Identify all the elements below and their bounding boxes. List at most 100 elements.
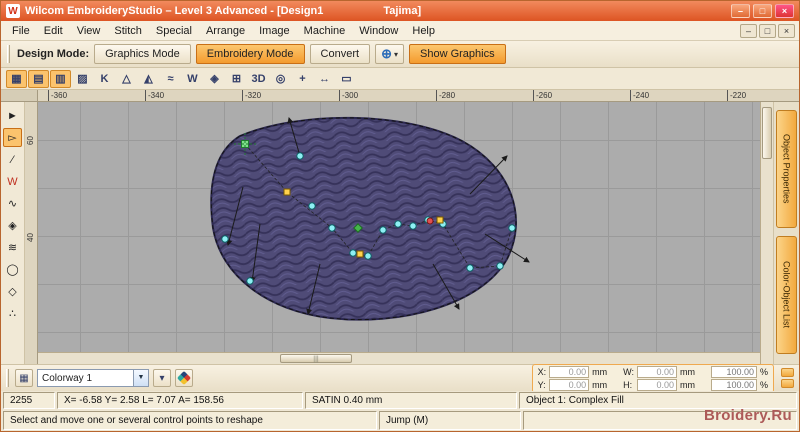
ruler-tick-label: -340 bbox=[145, 90, 242, 101]
restore-button[interactable]: □ bbox=[753, 4, 772, 18]
pan-icon[interactable]: + bbox=[292, 70, 313, 88]
digitize-fill-tool[interactable]: ◈ bbox=[3, 216, 22, 235]
grid-toggle-icon[interactable]: ⊞ bbox=[226, 70, 247, 88]
stitch-toolbar: ▦ ▤ ▥ ▨ K △ ◭ ≈ W ◈ ⊞ 3D ◎ + ↔ ▭ bbox=[1, 68, 799, 90]
percent-label: % bbox=[759, 366, 768, 377]
horizontal-ruler: -360 -340 -320 -300 -280 -260 -240 -220 bbox=[1, 90, 799, 102]
measure-tool[interactable]: ⁄ bbox=[3, 150, 22, 169]
minimize-button[interactable]: – bbox=[731, 4, 750, 18]
horizontal-scrollbar-thumb[interactable]: ||| bbox=[280, 354, 352, 363]
toolbox: ► ▻ ⁄ W ∿ ◈ ≋ ◯ ◇ ∴ bbox=[1, 102, 25, 364]
close-button[interactable]: × bbox=[775, 4, 794, 18]
colorway-select[interactable]: Colorway 1 ▼ bbox=[37, 369, 149, 387]
w-field[interactable]: 0.00 bbox=[636, 365, 677, 378]
applique-icon[interactable]: △ bbox=[116, 70, 137, 88]
overview-window-icon[interactable]: ▭ bbox=[336, 70, 357, 88]
ruler-tick-label: -280 bbox=[436, 90, 533, 101]
mdi-close-button[interactable]: × bbox=[778, 23, 795, 38]
graphics-mode-button[interactable]: Graphics Mode bbox=[94, 44, 191, 64]
menu-item[interactable]: Edit bbox=[37, 23, 70, 39]
vertical-scrollbar-thumb[interactable] bbox=[762, 107, 772, 159]
x-field[interactable]: 0.00 bbox=[549, 365, 590, 378]
menu-item[interactable]: Window bbox=[352, 23, 405, 39]
ruler-tick-label: -220 bbox=[727, 90, 760, 101]
colorway-bar: ▦ Colorway 1 ▼ ▾ X: 0.00 mm W: 0.00 mm 1… bbox=[1, 363, 799, 393]
horizontal-scrollbar[interactable]: ||| bbox=[38, 352, 760, 364]
shape-tool[interactable]: ◇ bbox=[3, 282, 22, 301]
menu-item[interactable]: View bbox=[70, 23, 108, 39]
menu-item[interactable]: Help bbox=[405, 23, 442, 39]
motif-fill-icon[interactable]: ▨ bbox=[72, 70, 93, 88]
menu-item[interactable]: Image bbox=[252, 23, 297, 39]
chevron-down-icon: ▾ bbox=[393, 49, 398, 59]
ruler-corner bbox=[1, 90, 38, 101]
y-field[interactable]: 0.00 bbox=[549, 378, 590, 391]
panel-collapse-button[interactable] bbox=[781, 379, 794, 388]
satin-stitch-icon[interactable]: ▤ bbox=[28, 69, 49, 88]
menu-item[interactable]: Special bbox=[149, 23, 199, 39]
ruler-tick-label: -260 bbox=[533, 90, 630, 101]
view-3d-icon[interactable]: 3D bbox=[248, 70, 269, 88]
florentine-effect-icon[interactable]: W bbox=[182, 70, 203, 88]
run-stitch-icon[interactable]: ▦ bbox=[6, 69, 27, 88]
w-label: W: bbox=[623, 366, 634, 377]
applique-filled-icon[interactable]: ◭ bbox=[138, 70, 159, 88]
menu-item[interactable]: Machine bbox=[297, 23, 353, 39]
percent-label: % bbox=[759, 379, 768, 390]
y-label: Y: bbox=[537, 379, 546, 390]
digitize-run-tool[interactable]: ∿ bbox=[3, 194, 22, 213]
scale-x-field[interactable]: 100.00 bbox=[710, 365, 757, 378]
mode-toolbar: Design Mode: Graphics Mode Embroidery Mo… bbox=[1, 41, 799, 68]
show-graphics-button[interactable]: Show Graphics bbox=[409, 44, 506, 64]
circle-tool[interactable]: ◯ bbox=[3, 260, 22, 279]
satin-column-tool[interactable]: ≋ bbox=[3, 238, 22, 257]
scale-y-field[interactable]: 100.00 bbox=[710, 378, 757, 391]
h-unit: mm bbox=[679, 379, 695, 390]
tab-color-object-list[interactable]: Color-Object List bbox=[776, 236, 797, 354]
mesh-icon[interactable]: ◈ bbox=[204, 70, 225, 88]
ruler-tick-label: -240 bbox=[630, 90, 727, 101]
thread-colors-icon bbox=[176, 370, 192, 386]
hint-bar: Select and move one or several control p… bbox=[1, 410, 799, 431]
lettering-tool[interactable]: W bbox=[3, 172, 22, 191]
stitch-count: 2255 bbox=[3, 392, 55, 409]
node-edit-tool[interactable]: ∴ bbox=[3, 304, 22, 323]
h-label: H: bbox=[623, 379, 633, 390]
complex-fill-shape[interactable] bbox=[210, 116, 517, 321]
hoop-globe-button[interactable]: ⊕ ▾ bbox=[375, 44, 404, 64]
panel-expand-button[interactable] bbox=[781, 368, 794, 377]
vertical-scrollbar[interactable] bbox=[760, 102, 773, 364]
docked-panel-tabs: Object Properties Color-Object List bbox=[773, 102, 799, 364]
x-unit: mm bbox=[592, 366, 608, 377]
tab-object-properties[interactable]: Object Properties bbox=[776, 110, 797, 228]
convert-button[interactable]: Convert bbox=[309, 44, 371, 64]
mdi-minimize-button[interactable]: – bbox=[740, 23, 757, 38]
embroidery-object[interactable] bbox=[38, 102, 760, 352]
menu-item[interactable]: Stitch bbox=[107, 23, 149, 39]
colorway-options-button[interactable]: ▾ bbox=[153, 369, 171, 387]
toolbar-grip[interactable] bbox=[6, 369, 9, 387]
tatami-stitch-icon[interactable]: ▥ bbox=[50, 69, 71, 88]
app-window: W Wilcom EmbroideryStudio – Level 3 Adva… bbox=[0, 0, 800, 432]
menu-item[interactable]: File bbox=[5, 23, 37, 39]
hint-message: Select and move one or several control p… bbox=[3, 411, 377, 430]
watermark: Broidery.Ru bbox=[703, 407, 792, 424]
colorway-editor-button[interactable]: ▦ bbox=[15, 369, 33, 387]
design-canvas[interactable] bbox=[38, 102, 760, 352]
mdi-restore-button[interactable]: □ bbox=[759, 23, 776, 38]
thread-colors-button[interactable] bbox=[175, 369, 193, 387]
measure-icon[interactable]: ↔ bbox=[314, 70, 335, 88]
wave-effect-icon[interactable]: ≈ bbox=[160, 70, 181, 88]
embroidery-mode-button[interactable]: Embroidery Mode bbox=[195, 44, 305, 64]
main-area: ► ▻ ⁄ W ∿ ◈ ≋ ◯ ◇ ∴ 60 40 ||| Object Pro… bbox=[1, 102, 799, 364]
vruler-tick-label: 40 bbox=[25, 233, 35, 242]
panel-buttons bbox=[781, 368, 794, 388]
exit-point-handle[interactable] bbox=[426, 217, 434, 225]
select-tool[interactable]: ► bbox=[3, 106, 22, 125]
contrast-icon[interactable]: K bbox=[94, 70, 115, 88]
toolbar-grip[interactable] bbox=[7, 45, 10, 63]
zoom-icon[interactable]: ◎ bbox=[270, 70, 291, 88]
h-field[interactable]: 0.00 bbox=[636, 378, 677, 391]
menu-item[interactable]: Arrange bbox=[199, 23, 252, 39]
reshape-tool[interactable]: ▻ bbox=[3, 128, 22, 147]
